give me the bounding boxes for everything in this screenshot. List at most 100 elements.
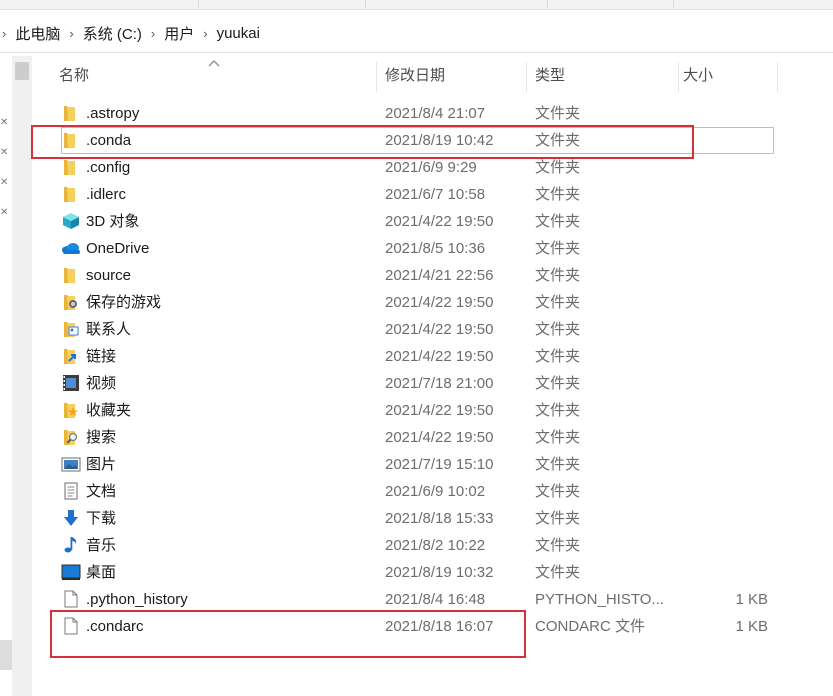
column-divider[interactable] <box>376 62 377 92</box>
file-name: 视频 <box>86 375 117 392</box>
file-row[interactable]: 保存的游戏 2021/4/22 19:50 文件夹 <box>33 289 833 316</box>
pane-splitter[interactable] <box>0 640 12 670</box>
file-size <box>683 181 768 208</box>
file-date-modified: 2021/8/4 16:48 <box>385 591 486 608</box>
file-type: 文件夹 <box>535 105 581 122</box>
file-size <box>683 343 768 370</box>
chevron-right-icon[interactable]: › <box>60 26 82 41</box>
file-size <box>683 559 768 586</box>
file-type: 文件夹 <box>535 510 581 527</box>
file-date-modified: 2021/6/7 10:58 <box>385 186 486 203</box>
address-bar[interactable]: › 此电脑 › 系统 (C:) › 用户 › yuukai <box>0 14 833 53</box>
file-date-modified: 2021/4/22 19:50 <box>385 429 494 446</box>
file-date-modified: 2021/4/22 19:50 <box>385 348 494 365</box>
pin-icon[interactable]: ✕ <box>0 208 10 218</box>
column-header-date[interactable]: 修改日期 <box>385 56 445 96</box>
file-date-modified: 2021/6/9 10:02 <box>385 483 486 500</box>
ribbon-divider <box>198 0 199 8</box>
file-size <box>683 424 768 451</box>
file-size <box>683 208 768 235</box>
file-row[interactable]: source 2021/4/21 22:56 文件夹 <box>33 262 833 289</box>
column-divider[interactable] <box>777 62 778 92</box>
scroll-up-arrow-icon[interactable] <box>15 62 29 80</box>
favorites-icon <box>61 401 81 419</box>
folder-icon <box>61 266 81 284</box>
file-row[interactable]: 桌面 2021/8/19 10:32 文件夹 <box>33 559 833 586</box>
ribbon-divider <box>547 0 548 8</box>
file-name: 链接 <box>86 348 117 365</box>
file-row[interactable]: 搜索 2021/4/22 19:50 文件夹 <box>33 424 833 451</box>
file-type: 文件夹 <box>535 375 581 392</box>
column-divider[interactable] <box>678 62 679 92</box>
file-name: .condarc <box>86 618 144 635</box>
file-row[interactable]: 联系人 2021/4/22 19:50 文件夹 <box>33 316 833 343</box>
ribbon-divider <box>365 0 366 8</box>
file-icon <box>61 617 81 635</box>
chevron-right-icon[interactable]: › <box>142 26 164 41</box>
file-type: 文件夹 <box>535 294 581 311</box>
file-row[interactable]: .astropy 2021/8/4 21:07 文件夹 <box>33 100 833 127</box>
column-header-name[interactable]: 名称 <box>59 56 89 96</box>
videos-icon <box>61 374 81 392</box>
file-type: 文件夹 <box>535 267 581 284</box>
file-type: 文件夹 <box>535 132 581 149</box>
column-divider[interactable] <box>526 62 527 92</box>
file-name: 图片 <box>86 456 117 473</box>
file-row[interactable]: 文档 2021/6/9 10:02 文件夹 <box>33 478 833 505</box>
file-row[interactable]: 下载 2021/8/18 15:33 文件夹 <box>33 505 833 532</box>
file-date-modified: 2021/8/19 10:32 <box>385 564 494 581</box>
file-row[interactable]: 视频 2021/7/18 21:00 文件夹 <box>33 370 833 397</box>
file-date-modified: 2021/8/5 10:36 <box>385 240 486 257</box>
file-type: 文件夹 <box>535 321 581 338</box>
sort-ascending-icon[interactable] <box>208 59 220 67</box>
file-date-modified: 2021/4/22 19:50 <box>385 294 494 311</box>
file-size <box>683 100 768 127</box>
file-name: .python_history <box>86 591 188 608</box>
file-type: 文件夹 <box>535 429 581 446</box>
pin-icon[interactable]: ✕ <box>0 178 10 188</box>
file-name: 搜索 <box>86 429 117 446</box>
file-row[interactable]: OneDrive 2021/8/5 10:36 文件夹 <box>33 235 833 262</box>
file-date-modified: 2021/8/19 10:42 <box>385 132 494 149</box>
file-name: .idlerc <box>86 186 127 203</box>
file-row[interactable]: .condarc 2021/8/18 16:07 CONDARC 文件 1 KB <box>33 613 833 640</box>
pin-icon[interactable]: ✕ <box>0 118 10 128</box>
file-name: 下载 <box>86 510 117 527</box>
breadcrumb-drive-c[interactable]: 系统 (C:) <box>83 23 142 44</box>
file-row[interactable]: 图片 2021/7/19 15:10 文件夹 <box>33 451 833 478</box>
file-size <box>683 397 768 424</box>
breadcrumb-users[interactable]: 用户 <box>164 23 194 44</box>
links-icon <box>61 347 81 365</box>
navigation-scrollbar[interactable] <box>12 56 32 696</box>
file-row[interactable]: 收藏夹 2021/4/22 19:50 文件夹 <box>33 397 833 424</box>
file-name: .conda <box>86 132 132 149</box>
music-icon <box>61 536 81 554</box>
file-type: 文件夹 <box>535 483 581 500</box>
column-header-size[interactable]: 大小 <box>683 56 713 96</box>
file-row[interactable]: .config 2021/6/9 9:29 文件夹 <box>33 154 833 181</box>
onedrive-icon <box>61 239 81 257</box>
file-row[interactable]: .python_history 2021/8/4 16:48 PYTHON_HIST… <box>33 586 833 613</box>
file-type: 文件夹 <box>535 240 581 257</box>
column-header-type[interactable]: 类型 <box>535 56 565 96</box>
pin-icon[interactable]: ✕ <box>0 148 10 158</box>
file-row[interactable]: 3D 对象 2021/4/22 19:50 文件夹 <box>33 208 833 235</box>
file-row[interactable]: 链接 2021/4/22 19:50 文件夹 <box>33 343 833 370</box>
file-size <box>683 235 768 262</box>
file-date-modified: 2021/8/18 15:33 <box>385 510 494 527</box>
file-date-modified: 2021/8/18 16:07 <box>385 618 494 635</box>
breadcrumb-this-pc[interactable]: 此电脑 <box>15 23 60 44</box>
chevron-right-icon[interactable]: › <box>0 26 15 41</box>
folder-icon <box>61 104 81 122</box>
file-row[interactable]: .idlerc 2021/6/7 10:58 文件夹 <box>33 181 833 208</box>
chevron-right-icon[interactable]: › <box>194 26 216 41</box>
ribbon-strip <box>0 0 833 10</box>
folder-icon <box>61 158 81 176</box>
breadcrumb-user-folder[interactable]: yuukai <box>217 25 260 42</box>
file-type: 文件夹 <box>535 159 581 176</box>
column-headers: 名称 修改日期 类型 大小 <box>33 56 833 96</box>
file-type: 文件夹 <box>535 213 581 230</box>
desktop-icon <box>61 563 81 581</box>
file-row[interactable]: 音乐 2021/8/2 10:22 文件夹 <box>33 532 833 559</box>
file-row[interactable]: .conda 2021/8/19 10:42 文件夹 <box>33 127 833 154</box>
